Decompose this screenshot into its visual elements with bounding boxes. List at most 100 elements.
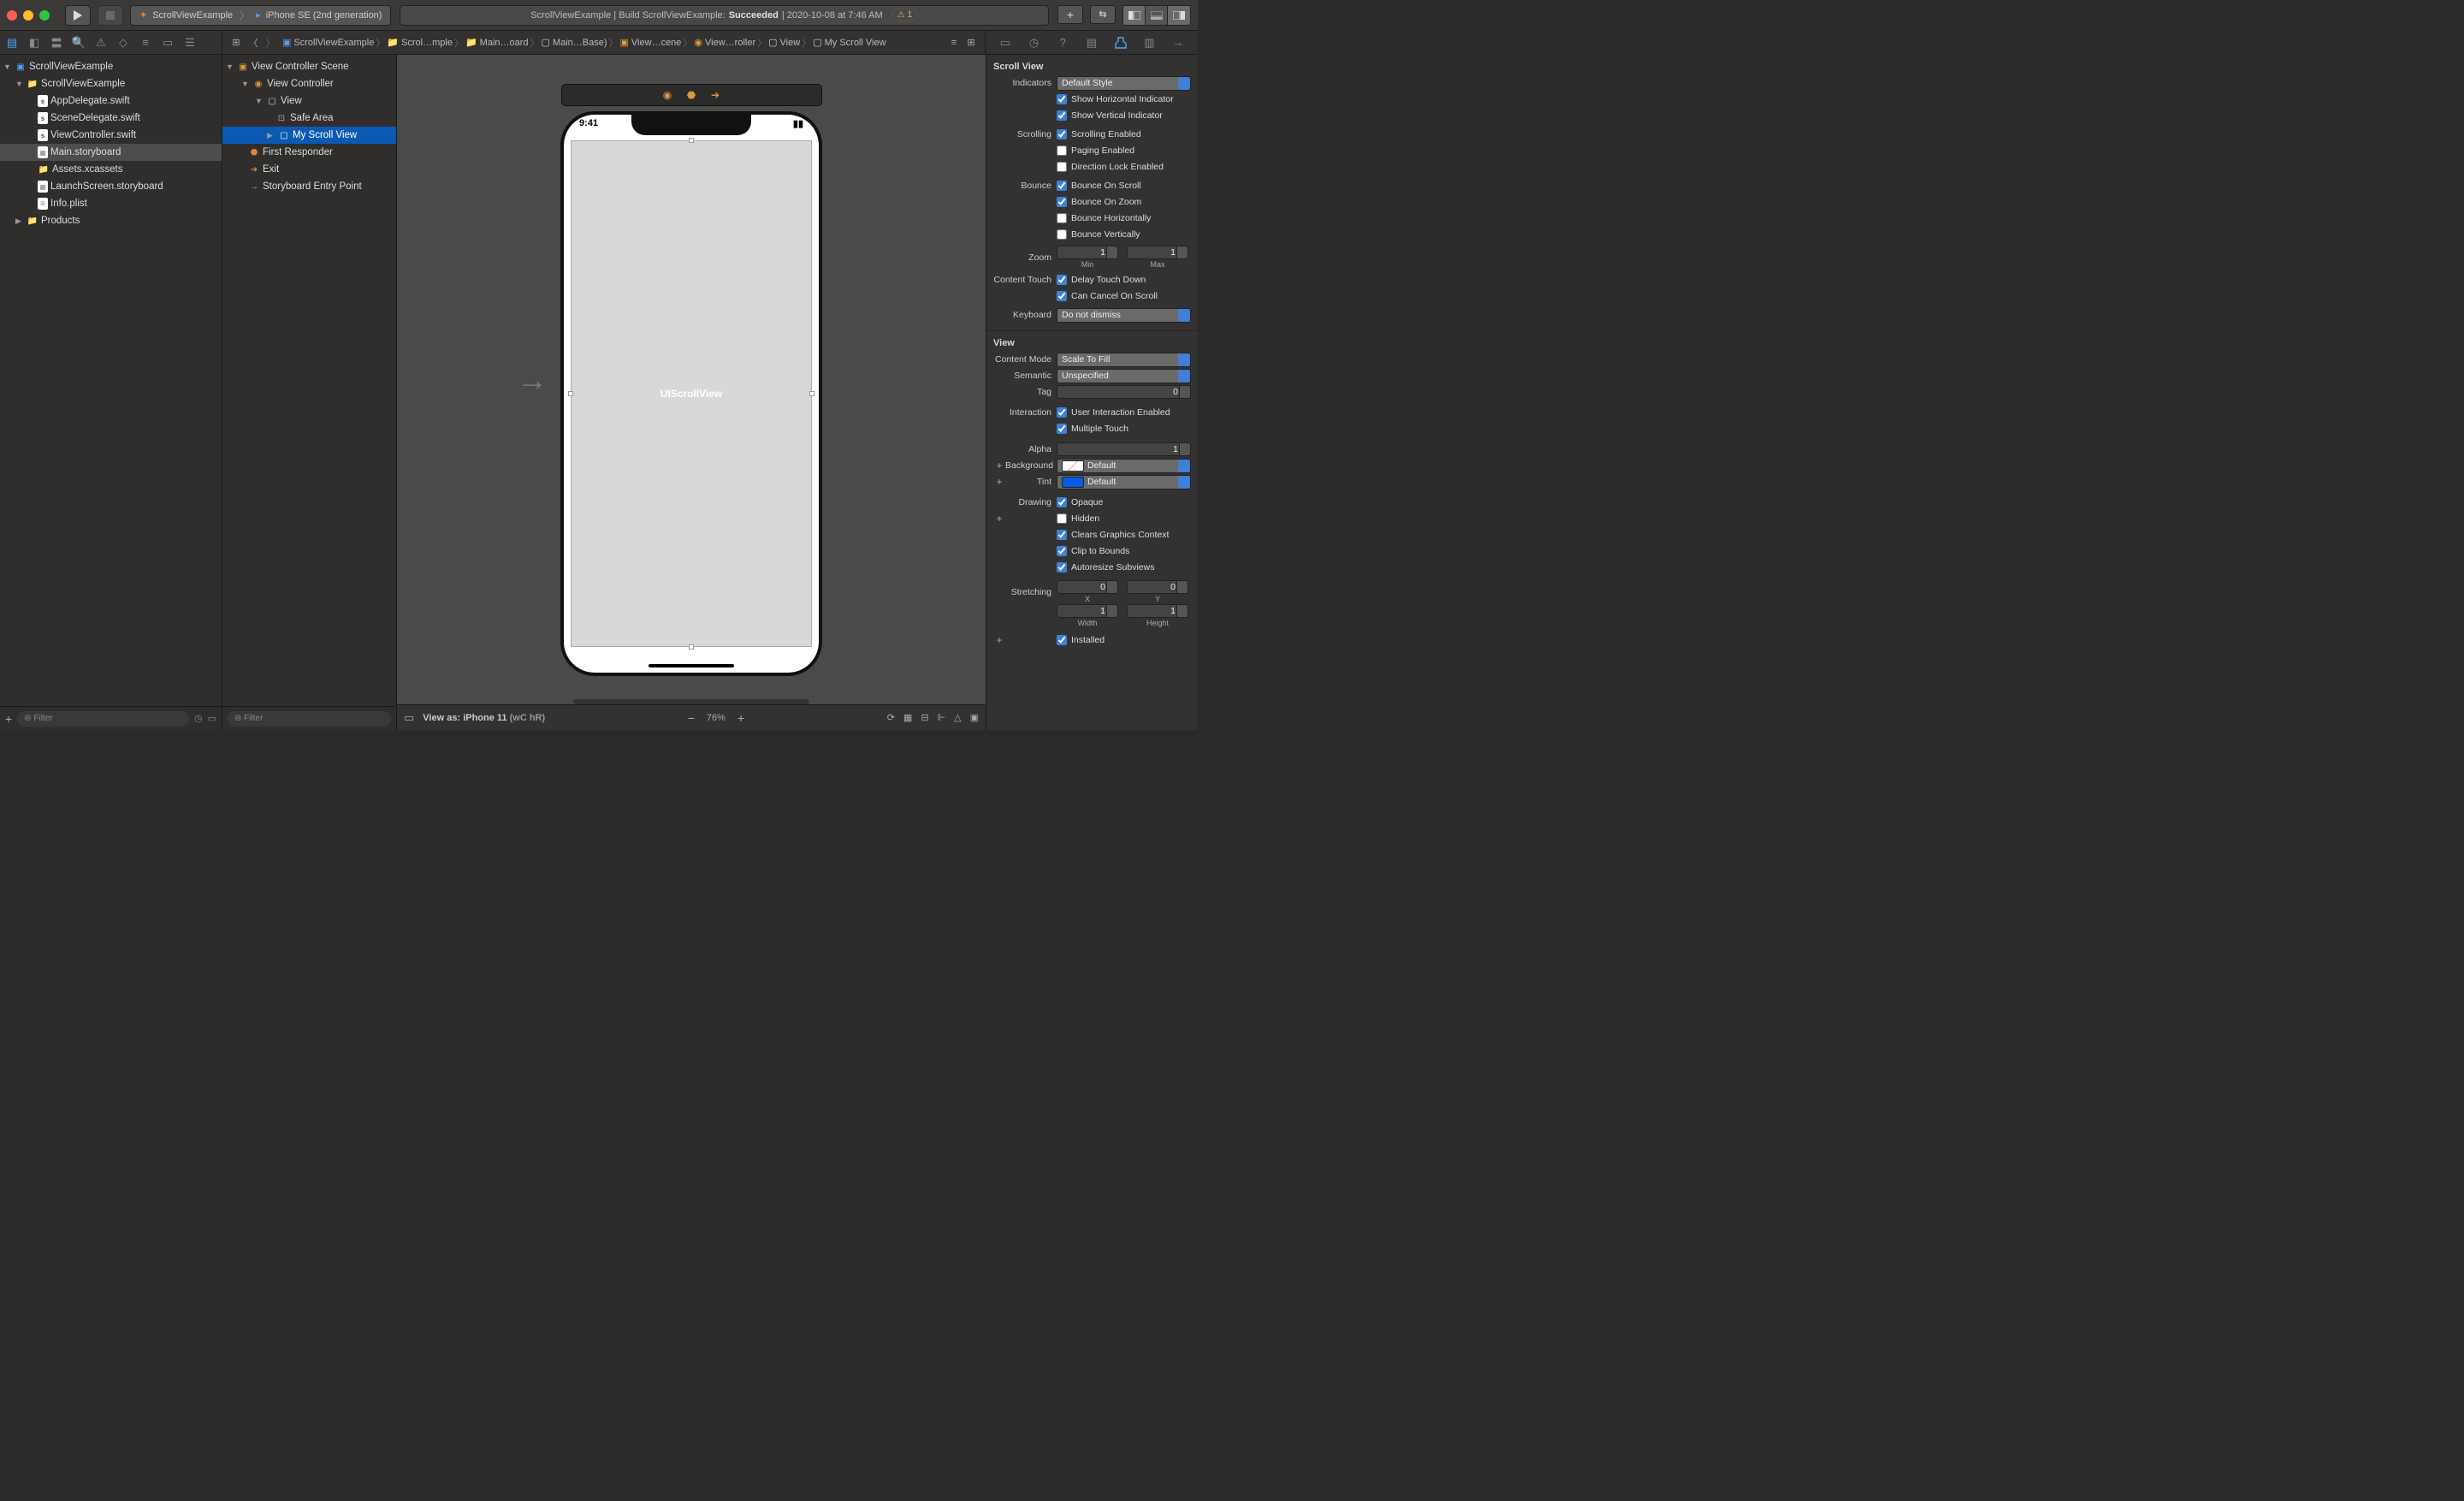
tree-row-root[interactable]: ▼▣ScrollViewExample [0,58,222,75]
outline-tree[interactable]: ▼▣View Controller Scene ▼◉View Controlle… [222,55,396,706]
tree-row-file[interactable]: sSceneDelegate.swift [0,110,222,127]
run-button[interactable] [65,5,91,26]
device-screen[interactable]: 9:41 ▮▮ UIScrollView [564,115,819,673]
breadcrumb-bar[interactable]: ▣ScrollViewExample〉 📁Scrol…mple〉 📁Main…o… [282,36,886,50]
size-inspector-icon[interactable]: ▥ [1141,35,1157,50]
can-cancel-on-scroll-checkbox[interactable]: Can Cancel On Scroll [1057,291,1191,301]
stretch-height-field[interactable]: 1 [1127,604,1188,618]
add-trait-variation-icon[interactable]: + [993,634,1005,646]
update-frames-icon[interactable]: ⟳ [887,712,895,723]
issue-navigator-icon[interactable]: ⚠ [94,36,108,50]
symbol-navigator-icon[interactable]: 〓 [50,36,63,50]
keyboard-dropdown[interactable]: Do not dismiss [1057,308,1191,323]
zoom-out-button[interactable]: − [688,711,695,725]
stretch-y-field[interactable]: 0 [1127,580,1188,594]
add-trait-variation-icon[interactable]: + [993,476,1005,488]
library-button[interactable]: + [1057,5,1083,24]
selection-handle[interactable] [568,391,573,396]
opaque-checkbox[interactable]: Opaque [1057,497,1191,507]
installed-checkbox[interactable]: Installed [1057,635,1191,645]
add-trait-variation-icon[interactable]: + [993,513,1005,525]
hidden-checkbox[interactable]: Hidden [1057,513,1191,524]
stop-button[interactable] [98,5,123,26]
outline-row-vc[interactable]: ▼◉View Controller [222,75,396,92]
tree-row-file-selected[interactable]: ▦Main.storyboard [0,144,222,161]
tree-row-file[interactable]: 📁Assets.xcassets [0,161,222,178]
content-mode-dropdown[interactable]: Scale To Fill [1057,353,1191,367]
zoom-window-button[interactable] [39,10,50,21]
project-tree[interactable]: ▼▣ScrollViewExample ▼📁ScrollViewExample … [0,55,222,706]
add-trait-variation-icon[interactable]: + [993,460,1005,472]
indicators-dropdown[interactable]: Default Style [1057,76,1191,91]
tint-dropdown[interactable]: Default [1057,475,1191,489]
identity-inspector-icon[interactable]: ▤ [1084,35,1099,50]
navigator-filter[interactable]: ⊜ Filter [17,711,189,727]
outline-row-view[interactable]: ▼▢View [222,92,396,110]
forward-button[interactable]: 〉 [262,34,279,51]
debug-navigator-icon[interactable]: ≡ [139,36,152,50]
align-icon[interactable]: ⊟ [921,712,928,723]
back-button[interactable]: 〈 [245,34,262,51]
outline-row-scene[interactable]: ▼▣View Controller Scene [222,58,396,75]
attributes-inspector-icon[interactable] [1113,35,1128,50]
autoresize-subviews-checkbox[interactable]: Autoresize Subviews [1057,562,1191,573]
toggle-navigator-button[interactable] [1123,6,1146,25]
canvas-scrollbar-horizontal[interactable] [573,699,808,704]
ib-canvas[interactable]: → ◉ ⬣ ➔ 9:41 ▮▮ [397,55,986,730]
outline-row-entry[interactable]: →Storyboard Entry Point [222,178,396,195]
user-interaction-checkbox[interactable]: User Interaction Enabled [1057,407,1191,418]
exit-icon[interactable]: ➔ [709,89,721,101]
scheme-selector[interactable]: ✦ ScrollViewExample 〉 ▸ iPhone SE (2nd g… [130,5,391,26]
outline-row-safe[interactable]: ⊡Safe Area [222,110,396,127]
minimize-window-button[interactable] [23,10,33,21]
resolve-icon[interactable]: △ [954,712,961,723]
project-navigator-icon[interactable]: ▤ [5,36,19,50]
add-editor-icon[interactable]: ⊞ [962,34,980,51]
delay-touch-down-checkbox[interactable]: Delay Touch Down [1057,275,1191,285]
activity-status[interactable]: ScrollViewExample | Build ScrollViewExam… [400,5,1049,26]
tree-row-file[interactable]: ▦LaunchScreen.storyboard [0,178,222,195]
outline-row-responder[interactable]: ⬣First Responder [222,144,396,161]
add-file-icon[interactable]: + [5,712,12,726]
bounce-horizontally-checkbox[interactable]: Bounce Horizontally [1057,213,1191,223]
outline-row-scrollview[interactable]: ▶▢My Scroll View [222,127,396,144]
stretch-width-field[interactable]: 1 [1057,604,1118,618]
close-window-button[interactable] [7,10,17,21]
zoom-level[interactable]: 76% [707,713,726,723]
history-inspector-icon[interactable]: ◷ [1027,35,1042,50]
related-items-icon[interactable]: ⊞ [228,34,245,51]
selection-handle[interactable] [689,644,694,650]
bounce-on-scroll-checkbox[interactable]: Bounce On Scroll [1057,181,1191,191]
test-navigator-icon[interactable]: ◇ [116,36,130,50]
outline-row-exit[interactable]: ➔Exit [222,161,396,178]
help-inspector-icon[interactable]: ? [1055,35,1070,50]
scm-filter-icon[interactable]: ▭ [208,713,216,724]
toggle-inspector-button[interactable] [1168,6,1190,25]
embed-in-icon[interactable]: ▦ [903,712,912,723]
tree-row-group[interactable]: ▼📁ScrollViewExample [0,75,222,92]
tag-field[interactable]: 0 [1057,385,1191,399]
clears-graphics-checkbox[interactable]: Clears Graphics Context [1057,530,1191,540]
source-control-navigator-icon[interactable]: ◧ [27,36,41,50]
zoom-max-field[interactable]: 1 [1127,246,1188,259]
alpha-field[interactable]: 1 [1057,442,1191,456]
find-navigator-icon[interactable]: 🔍 [72,36,86,50]
scrolling-enabled-checkbox[interactable]: Scrolling Enabled [1057,129,1191,139]
bounce-on-zoom-checkbox[interactable]: Bounce On Zoom [1057,197,1191,207]
tree-row-file[interactable]: sViewController.swift [0,127,222,144]
direction-lock-checkbox[interactable]: Direction Lock Enabled [1057,162,1191,172]
selection-handle[interactable] [689,138,694,143]
clip-to-bounds-checkbox[interactable]: Clip to Bounds [1057,546,1191,556]
stretch-x-field[interactable]: 0 [1057,580,1118,594]
scene-dock[interactable]: ◉ ⬣ ➔ [561,84,822,106]
warnings-badge[interactable]: ⚠1 [891,9,919,21]
pin-icon[interactable]: ⊩ [938,712,946,723]
recent-filter-icon[interactable]: ◷ [194,713,203,724]
tree-row-file[interactable]: ≡Info.plist [0,195,222,212]
connections-inspector-icon[interactable]: → [1170,35,1186,50]
tree-row-products[interactable]: ▶📁Products [0,212,222,229]
semantic-dropdown[interactable]: Unspecified [1057,369,1191,383]
zoom-in-button[interactable]: + [737,711,744,725]
toggle-outline-icon[interactable]: ▭ [404,711,414,725]
toggle-debug-button[interactable] [1146,6,1168,25]
